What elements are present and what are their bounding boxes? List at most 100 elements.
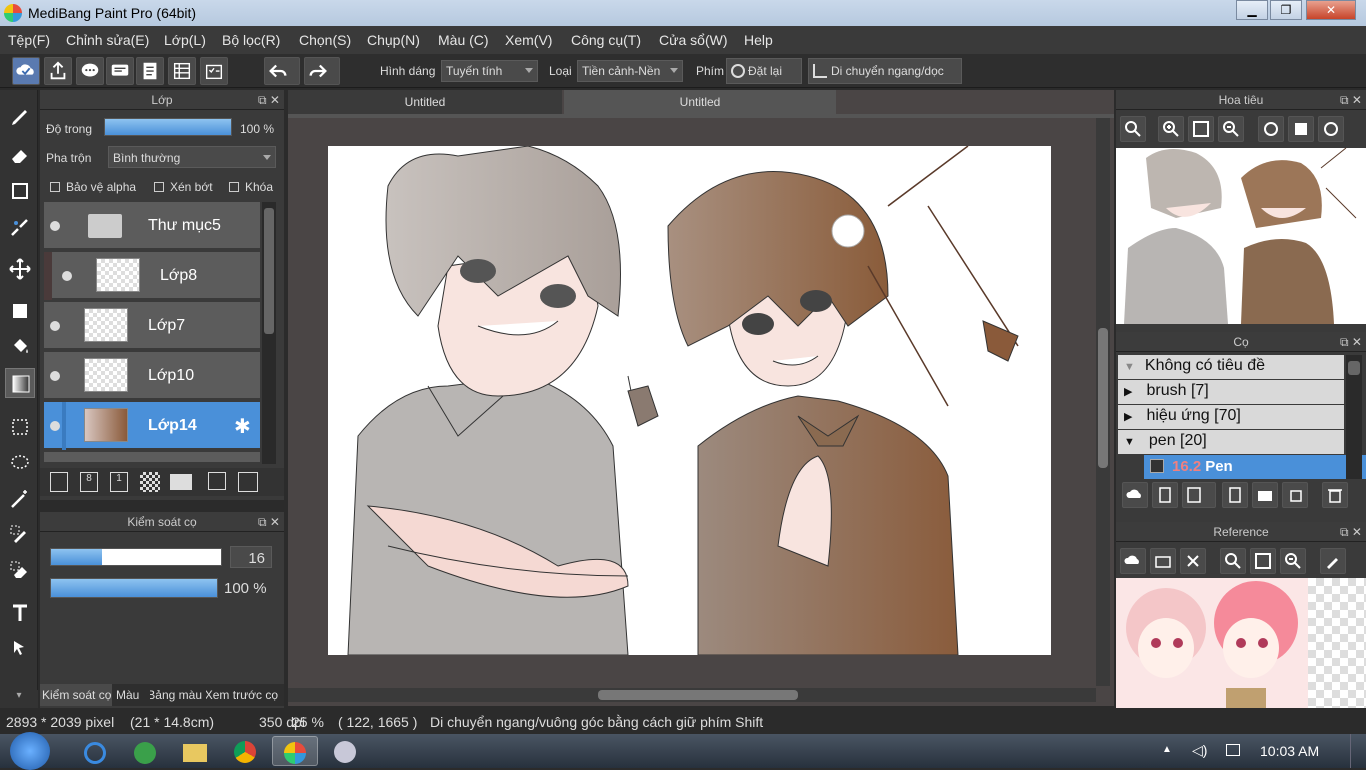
ie-icon[interactable] bbox=[72, 736, 118, 766]
share-icon[interactable] bbox=[44, 57, 72, 85]
fill-rect-icon[interactable] bbox=[5, 296, 35, 326]
tab-color[interactable]: Màu bbox=[116, 688, 139, 702]
dot-brush-icon[interactable] bbox=[5, 212, 35, 242]
vscroll-thumb[interactable] bbox=[1098, 328, 1108, 468]
merge-layer-icon[interactable] bbox=[238, 472, 258, 492]
menu-window[interactable]: Cửa sổ(W) bbox=[659, 32, 727, 48]
fit-screen-icon[interactable] bbox=[1250, 548, 1276, 574]
maximize-button[interactable]: ❐ bbox=[1270, 0, 1302, 20]
brush-size-input[interactable]: 16 bbox=[230, 546, 272, 568]
tab-palette[interactable]: Bảng màu bbox=[150, 684, 204, 706]
toolstrip-scroll-down[interactable]: ▾ bbox=[0, 690, 38, 708]
redo-icon[interactable] bbox=[304, 57, 340, 85]
halftone-layer-icon[interactable] bbox=[140, 472, 160, 492]
trash-icon[interactable] bbox=[1322, 482, 1348, 508]
layer-opacity-slider[interactable] bbox=[104, 118, 232, 136]
cloud-download-icon[interactable] bbox=[1122, 482, 1148, 508]
new-layer-icon[interactable] bbox=[50, 472, 68, 492]
brush-folder-icon[interactable] bbox=[1252, 482, 1278, 508]
visibility-icon[interactable] bbox=[50, 321, 60, 331]
panel-close-icon[interactable]: ⧉ ✕ bbox=[1340, 90, 1362, 110]
zoom-out-icon[interactable] bbox=[1280, 548, 1306, 574]
menu-color[interactable]: Màu (C) bbox=[438, 32, 489, 48]
select-pen-icon[interactable] bbox=[5, 520, 35, 550]
duplicate-brush-icon[interactable] bbox=[1282, 482, 1308, 508]
brush-group-untitled[interactable]: ▼ Không có tiêu đề bbox=[1118, 355, 1344, 379]
brush-list-scrollbar[interactable] bbox=[1346, 355, 1362, 479]
list-icon[interactable] bbox=[168, 57, 196, 85]
operation-tool-icon[interactable] bbox=[5, 634, 35, 664]
paint-app-icon[interactable] bbox=[322, 736, 368, 766]
rotate-right-icon[interactable] bbox=[1318, 116, 1344, 142]
layer-row[interactable]: Thư mục5 bbox=[44, 202, 260, 250]
panel-close-icon[interactable]: ⧉ ✕ bbox=[1340, 332, 1362, 352]
reset-button[interactable]: Đặt lại bbox=[726, 58, 802, 84]
doc-tab-active[interactable]: Untitled bbox=[564, 90, 836, 114]
brush-item-selected[interactable]: 16.2Pen ✱ bbox=[1144, 455, 1366, 479]
comment-icon[interactable] bbox=[76, 57, 104, 85]
new-8bit-layer-icon[interactable]: 8 bbox=[80, 472, 98, 492]
visibility-icon[interactable] bbox=[62, 271, 72, 281]
gear-icon[interactable]: ✱ bbox=[234, 414, 251, 439]
network-app-icon[interactable] bbox=[122, 736, 168, 766]
layer-row[interactable]: Lớp8 bbox=[44, 252, 260, 300]
duplicate-layer-icon[interactable] bbox=[208, 472, 226, 490]
checklist-icon[interactable] bbox=[200, 57, 228, 85]
brush-size-slider[interactable] bbox=[50, 548, 222, 566]
network-icon[interactable] bbox=[1226, 744, 1240, 756]
new-brush-icon[interactable] bbox=[1152, 482, 1178, 508]
menu-edit[interactable]: Chỉnh sửa(E) bbox=[66, 32, 149, 48]
brush-group-brush[interactable]: ▶ brush [7] bbox=[1118, 380, 1344, 404]
eyedropper-icon[interactable] bbox=[1320, 548, 1346, 574]
undo-icon[interactable] bbox=[264, 57, 300, 85]
close-button[interactable]: ✕ bbox=[1306, 0, 1356, 20]
start-button[interactable] bbox=[10, 732, 50, 770]
protect-alpha-checkbox[interactable] bbox=[50, 182, 60, 192]
new-folder-icon[interactable] bbox=[170, 474, 192, 490]
visibility-icon[interactable] bbox=[50, 421, 60, 431]
blend-select[interactable]: Bình thường bbox=[108, 146, 276, 168]
bucket-tool-icon[interactable] bbox=[5, 332, 35, 362]
fit-screen-icon[interactable] bbox=[1188, 116, 1214, 142]
brush-group-pen[interactable]: ▼ pen [20] bbox=[1118, 430, 1344, 454]
reference-image[interactable] bbox=[1116, 578, 1366, 708]
tray-arrow-icon[interactable]: ▲ bbox=[1162, 744, 1172, 755]
file-explorer-icon[interactable] bbox=[172, 736, 218, 766]
hscroll-thumb[interactable] bbox=[598, 690, 798, 700]
new-1bit-layer-icon[interactable]: 1 bbox=[110, 472, 128, 492]
layer-scrollbar[interactable] bbox=[262, 202, 276, 464]
close-reference-icon[interactable] bbox=[1180, 548, 1206, 574]
message-icon[interactable] bbox=[106, 57, 134, 85]
select-rect-icon[interactable] bbox=[5, 412, 35, 442]
lasso-tool-icon[interactable] bbox=[5, 448, 35, 478]
reset-view-icon[interactable] bbox=[1288, 116, 1314, 142]
type-select[interactable]: Tiền cảnh-Nền bbox=[577, 60, 683, 82]
menu-snap[interactable]: Chụp(N) bbox=[367, 32, 420, 48]
medibang-task-icon[interactable] bbox=[272, 736, 318, 766]
add-brush-menu-icon[interactable] bbox=[1182, 482, 1216, 508]
scroll-thumb[interactable] bbox=[264, 208, 274, 334]
navigator-preview[interactable] bbox=[1116, 148, 1366, 324]
lock-checkbox[interactable] bbox=[229, 182, 239, 192]
gradient-tool-icon[interactable] bbox=[5, 368, 35, 398]
shape-select[interactable]: Tuyến tính bbox=[441, 60, 538, 82]
cloud-save-icon[interactable] bbox=[12, 57, 40, 85]
brush-opacity-slider[interactable] bbox=[50, 578, 218, 598]
menu-help[interactable]: Help bbox=[744, 32, 773, 48]
tab-brush-control[interactable]: Kiểm soát cọ bbox=[40, 684, 112, 706]
panel-close-icon[interactable]: ⧉ ✕ bbox=[1340, 522, 1362, 542]
move-tool-icon[interactable] bbox=[5, 254, 35, 284]
cloud-download-icon[interactable] bbox=[1120, 548, 1146, 574]
zoom-fit-icon[interactable] bbox=[1120, 116, 1146, 142]
menu-tools[interactable]: Công cụ(T) bbox=[571, 32, 641, 48]
zoom-in-icon[interactable] bbox=[1158, 116, 1184, 142]
visibility-icon[interactable] bbox=[50, 371, 60, 381]
panel-close-icon[interactable]: ⧉ ✕ bbox=[258, 90, 280, 110]
visibility-icon[interactable] bbox=[50, 221, 60, 231]
menu-filter[interactable]: Bộ lọc(R) bbox=[222, 32, 280, 48]
minimize-button[interactable]: ▁ bbox=[1236, 0, 1268, 20]
doc-tab[interactable]: Untitled bbox=[288, 90, 562, 114]
menu-layer[interactable]: Lớp(L) bbox=[164, 32, 206, 48]
script-brush-icon[interactable] bbox=[1222, 482, 1248, 508]
menu-view[interactable]: Xem(V) bbox=[505, 32, 552, 48]
